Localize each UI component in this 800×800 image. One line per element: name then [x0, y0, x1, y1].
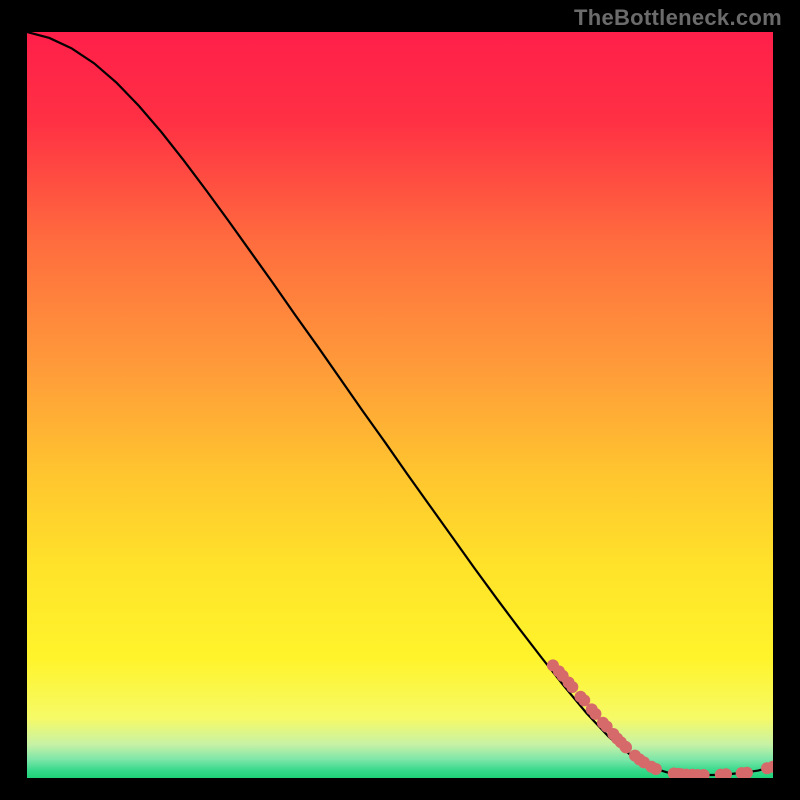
chart-plot — [27, 32, 773, 778]
data-point — [566, 681, 578, 693]
attribution-text: TheBottleneck.com — [574, 5, 782, 31]
plot-background — [27, 32, 773, 778]
data-point — [650, 763, 662, 775]
data-point — [620, 741, 632, 753]
chart-frame: TheBottleneck.com — [0, 0, 800, 800]
